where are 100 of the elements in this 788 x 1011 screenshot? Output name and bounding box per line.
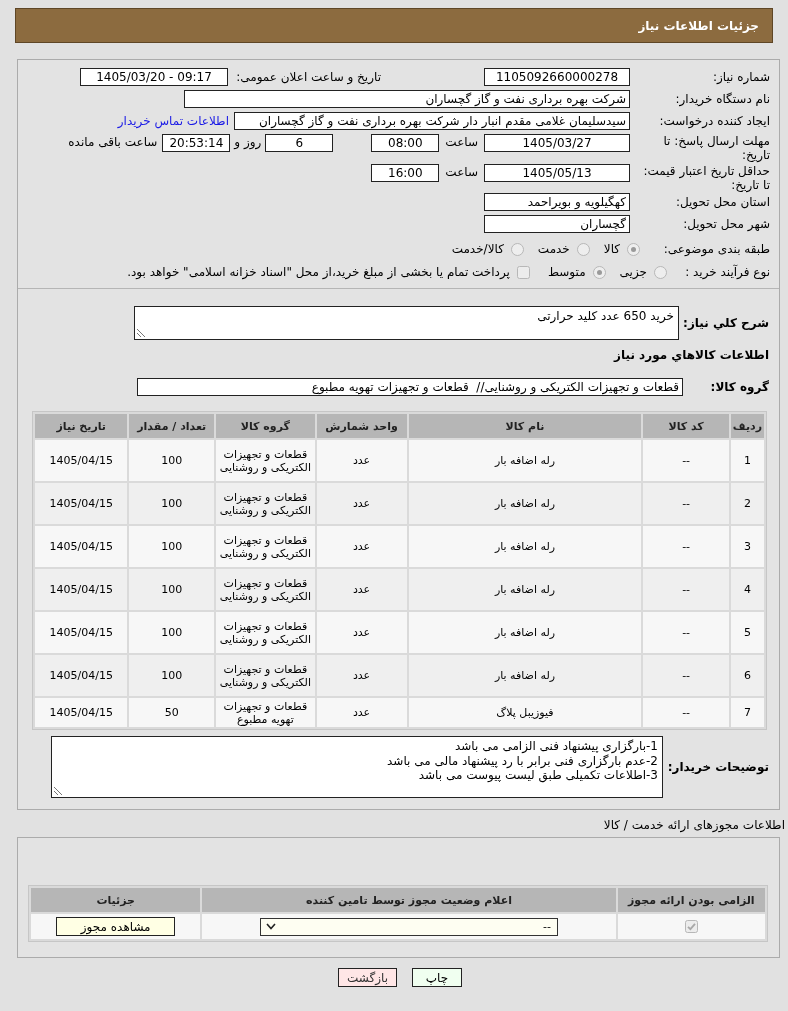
table-cell: 6 — [730, 655, 764, 696]
view-license-button[interactable]: مشاهده مجوز — [56, 917, 176, 936]
column-header: الزامی بودن ارائه مجوز — [617, 888, 765, 912]
goods-group-field[interactable]: قطعات و تجهیزات الکتریکی و روشنایی// قطعات و تجهیزات تهویه مطبوع — [137, 378, 683, 396]
deadline-date-field[interactable]: 1405/03/27 — [484, 134, 630, 152]
table-cell: عدد — [316, 569, 407, 610]
column-header: نام کالا — [408, 414, 642, 438]
column-header: گروه کالا — [216, 414, 315, 438]
table-cell: رله اضافه بار — [408, 612, 642, 653]
announcement-date-field[interactable]: 1405/03/20 - 09:17 — [80, 68, 228, 86]
field-label: شرح کلي نياز: — [683, 316, 769, 330]
validity-time-field[interactable]: 16:00 — [371, 164, 440, 182]
table-cell: 1405/04/15 — [35, 483, 128, 524]
table-cell: -- — [643, 569, 729, 610]
field-label: ساعت باقی مانده — [68, 135, 158, 149]
table-cell: قطعات و تجهیزات الکتریکی و روشنایی — [216, 440, 315, 481]
table-cell: 4 — [730, 569, 764, 610]
table-cell: 7 — [730, 698, 764, 727]
table-cell: -- — [643, 655, 729, 696]
table-cell: -- — [643, 698, 729, 727]
table-cell: 100 — [129, 655, 215, 696]
table-cell: عدد — [316, 655, 407, 696]
table-cell: -- — [643, 440, 729, 481]
table-cell: رله اضافه بار — [408, 655, 642, 696]
field-label: نوع فرآیند خرید : — [685, 265, 770, 279]
field-label: تاریخ و ساعت اعلان عمومی: — [236, 70, 381, 84]
radio-label: کالا — [603, 242, 620, 256]
radio-label: متوسط — [547, 265, 586, 279]
table-cell: رله اضافه بار — [408, 483, 642, 524]
field-label: نام دستگاه خریدار: — [675, 92, 770, 106]
buyer-contact-link[interactable]: اطلاعات تماس خریدار — [117, 114, 229, 128]
field-label: ایجاد کننده درخواست: — [659, 114, 770, 128]
checkbox-label: پرداخت تمام یا بخشی از مبلغ خرید،از محل "اسناد خزانه اسلامی" خواهد بود. — [127, 265, 510, 279]
delivery-city-field[interactable]: گچساران — [484, 215, 630, 233]
print-button[interactable]: چاپ — [412, 968, 462, 987]
table-cell: عدد — [316, 698, 407, 727]
column-header: ردیف — [730, 414, 764, 438]
resize-grip-icon[interactable] — [54, 787, 62, 795]
days-remaining-field[interactable]: 6 — [265, 134, 334, 152]
column-header: تاریخ نیاز — [35, 414, 128, 438]
radio-label: خدمت — [537, 242, 570, 256]
table-cell: رله اضافه بار — [408, 440, 642, 481]
table-cell: قطعات و تجهیزات الکتریکی و روشنایی — [216, 483, 315, 524]
field-label: شماره نیاز: — [713, 70, 770, 84]
delivery-province-field[interactable]: کهگیلویه و بویراحمد — [484, 193, 630, 211]
field-label: توضیحات خریدار: — [667, 760, 769, 774]
table-cell: 100 — [129, 440, 215, 481]
table-cell: 5 — [730, 612, 764, 653]
table-cell: عدد — [316, 526, 407, 567]
table-cell: رله اضافه بار — [408, 526, 642, 567]
table-cell: قطعات و تجهیزات الکتریکی و روشنایی — [216, 569, 315, 610]
table-cell: قطعات و تجهیزات الکتریکی و روشنایی — [216, 655, 315, 696]
column-header: تعداد / مقدار — [129, 414, 215, 438]
chevron-down-icon[interactable] — [266, 923, 276, 930]
section-title: اطلاعات کالاهاي مورد نياز — [614, 348, 769, 362]
field-label: استان محل تحویل: — [675, 195, 770, 209]
buyer-organization-field[interactable]: شرکت بهره برداری نفت و گاز گچساران — [184, 90, 630, 108]
table-cell: 3 — [730, 526, 764, 567]
field-label: شهر محل تحویل: — [683, 217, 770, 231]
table-cell: 1405/04/15 — [35, 655, 128, 696]
column-header: اعلام وضعیت مجوز توسط تامین کننده — [202, 888, 616, 912]
requester-field[interactable]: سیدسلیمان غلامی مقدم انبار دار شرکت بهره برداری نفت و گاز گچساران — [234, 112, 630, 130]
table-cell: 100 — [129, 612, 215, 653]
table-cell: قطعات و تجهیزات الکتریکی و روشنایی — [216, 612, 315, 653]
table-cell: عدد — [316, 483, 407, 524]
table-cell: عدد — [316, 440, 407, 481]
field-label: حداقل تاریخ اعتبار قیمت: تا تاریخ: — [643, 164, 770, 192]
back-button[interactable]: بازگشت — [338, 968, 397, 987]
field-label: طبقه بندی موضوعی: — [663, 242, 770, 256]
page-title: جزئیات اطلاعات نیاز — [638, 18, 759, 33]
deadline-time-field[interactable]: 08:00 — [371, 134, 440, 152]
table-cell: 50 — [129, 698, 215, 727]
table-cell: 1405/04/15 — [35, 612, 128, 653]
section-title: اطلاعات مجوزهای ارائه خدمت / کالا — [603, 818, 785, 832]
radio-label: جزیی — [619, 265, 647, 279]
validity-date-field[interactable]: 1405/05/13 — [484, 164, 630, 182]
table-cell: 2 — [730, 483, 764, 524]
table-cell: -- — [643, 526, 729, 567]
field-label: ساعت — [445, 135, 478, 149]
table-cell: 1405/04/15 — [35, 569, 128, 610]
column-header: کد کالا — [643, 414, 729, 438]
table-cell: قطعات و تجهیزات الکتریکی و روشنایی — [216, 526, 315, 567]
radio-label: کالا/خدمت — [451, 242, 504, 256]
table-cell: 1405/04/15 — [35, 698, 128, 727]
table-cell: 100 — [129, 526, 215, 567]
summary-field[interactable]: خرید 650 عدد کلید حرارتی — [134, 306, 679, 340]
status-select[interactable]: -- — [260, 917, 558, 936]
table-cell: 1405/04/15 — [35, 440, 128, 481]
table-cell: عدد — [316, 612, 407, 653]
column-header: واحد شمارش — [316, 414, 407, 438]
need-number-field[interactable]: 1105092660000278 — [484, 68, 630, 86]
field-label: مهلت ارسال پاسخ: تا تاریخ: — [663, 134, 770, 162]
resize-grip-icon[interactable] — [137, 329, 145, 337]
table-cell: رله اضافه بار — [408, 569, 642, 610]
column-header: جزئیات — [31, 888, 201, 912]
table-cell: -- — [643, 483, 729, 524]
table-cell: فیوزیبل پلاگ — [408, 698, 642, 727]
field-label: ساعت — [445, 165, 478, 179]
time-remaining-field[interactable]: 20:53:14 — [162, 134, 231, 152]
buyer-notes-field[interactable]: 1-بارگزاری پیشنهاد فنی الزامی می باشد 2-عدم بارگزاری فنی برابر با رد پیشنهاد مالی می باشد 3-اطلاعات تکمیلی طبق لیست پیوست می باشد — [51, 736, 663, 798]
